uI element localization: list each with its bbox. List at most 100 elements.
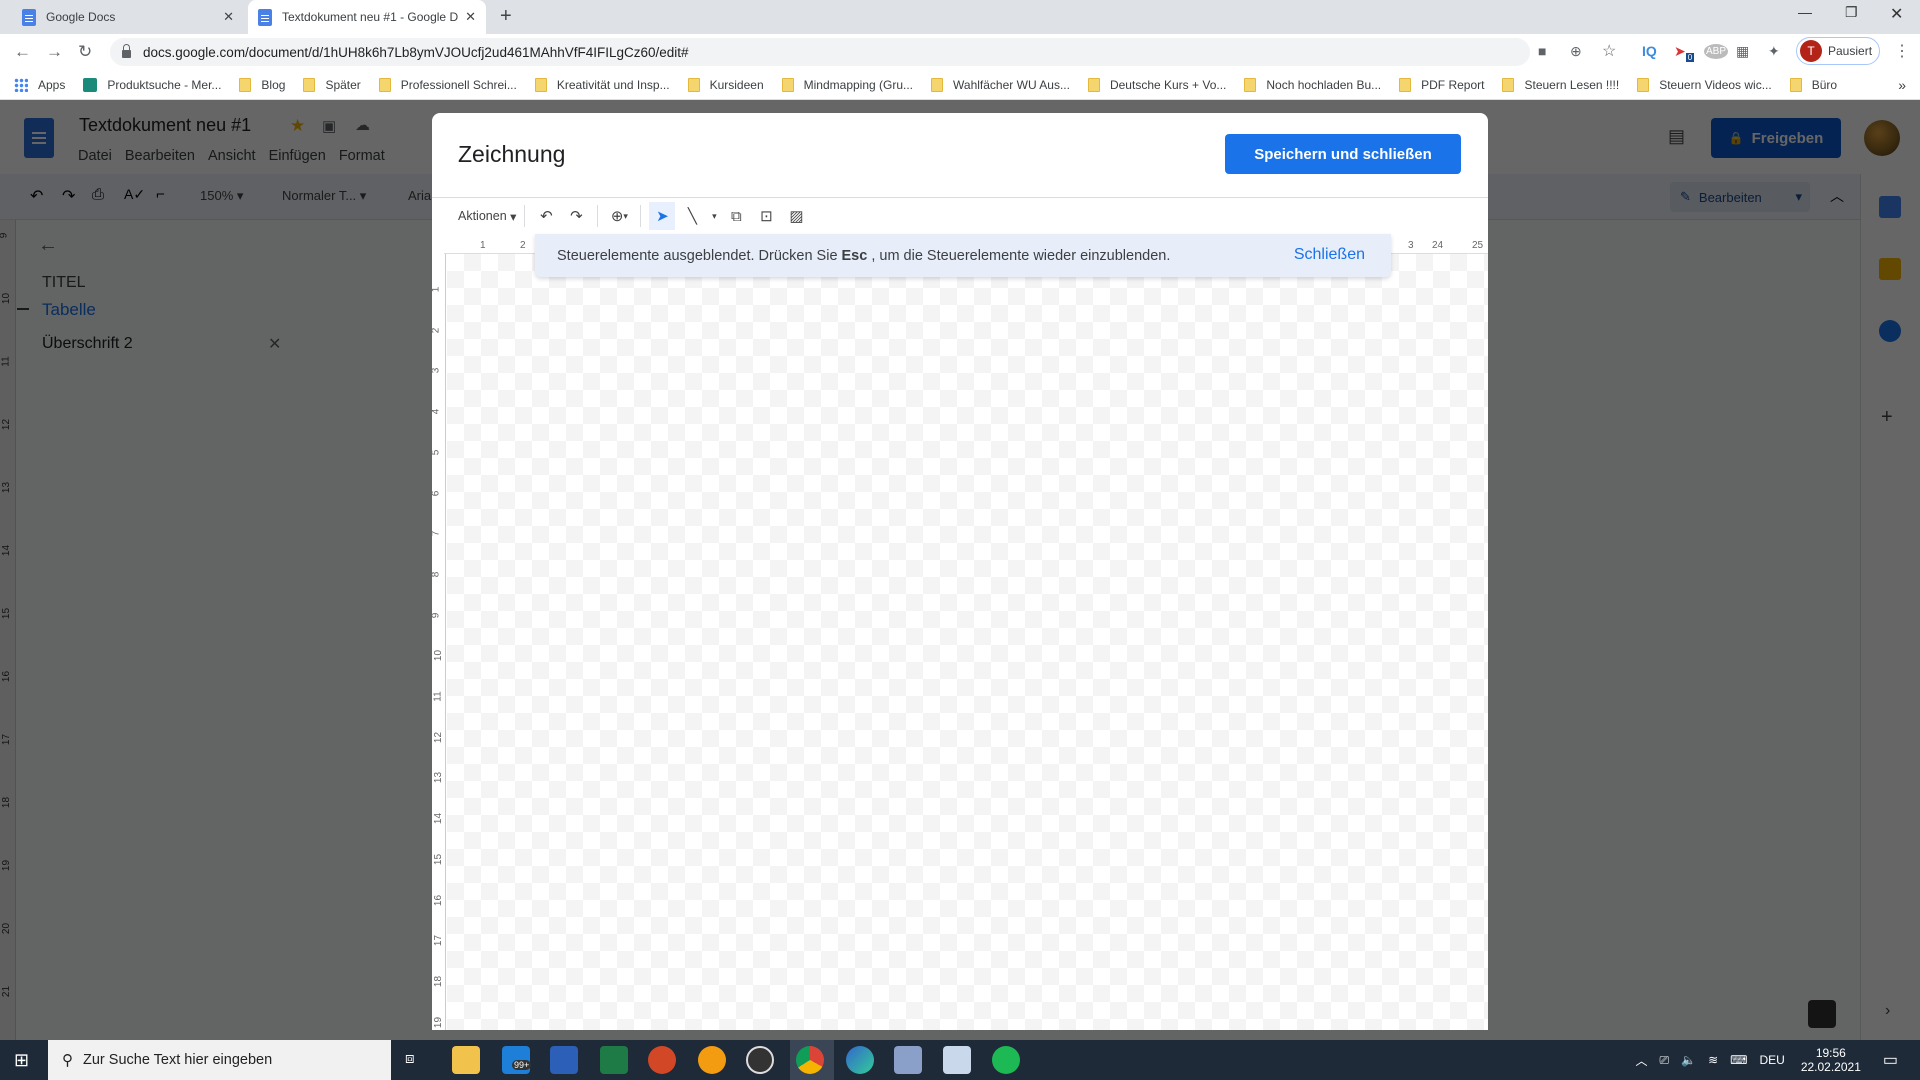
extension-bird-icon[interactable]: ➤ 0 [1674,43,1695,62]
bookmark-label: Kreativität und Insp... [556,77,670,92]
task-view-icon[interactable]: ⧈ [405,1050,415,1067]
clock[interactable]: 19:56 22.02.2021 [1801,1046,1861,1074]
drawing-canvas[interactable] [447,254,1488,1030]
select-tool-icon[interactable]: ➤ [649,202,676,230]
docs-favicon-icon [22,8,36,26]
close-tab-icon[interactable]: ✕ [223,9,234,25]
bookmark-folder[interactable]: Später [303,77,361,92]
audacity-icon[interactable] [698,1046,726,1074]
notepad-icon[interactable] [943,1046,971,1074]
ruler-label: 4 [432,409,441,415]
close-tab-icon[interactable]: ✕ [465,9,476,25]
notification-center-icon[interactable]: ▭ [1883,1050,1898,1070]
bookmark-folder[interactable]: Steuern Videos wic... [1637,77,1772,92]
bookmark-folder[interactable]: Wahlfächer WU Aus... [931,77,1070,92]
new-tab-button[interactable]: + [500,5,512,28]
word-icon[interactable] [550,1046,578,1074]
forward-icon[interactable]: → [46,42,63,62]
taskbar-search[interactable]: ⚲ Zur Suche Text hier eingeben [48,1040,391,1080]
ruler-label: 1 [480,240,486,251]
redo-icon[interactable]: ↷ [563,202,589,230]
bookmark-folder[interactable]: PDF Report [1399,77,1484,92]
bookmark-label: Noch hochladen Bu... [1266,77,1382,92]
show-hidden-icons[interactable]: ︿ [1636,1052,1648,1069]
apps-grid-icon[interactable]: ▦ [1736,43,1749,60]
controls-hidden-notice: Steuerelemente ausgeblendet. Drücken Sie… [535,234,1391,277]
excel-icon[interactable] [600,1046,628,1074]
file-explorer-icon[interactable] [452,1046,480,1074]
folder-icon [931,77,944,92]
folder-icon [303,77,316,92]
spotify-icon[interactable] [992,1046,1020,1074]
back-icon[interactable]: ← [14,42,31,62]
tab-textdokument[interactable]: Textdokument neu #1 - Google D ✕ [248,0,486,34]
more-menu-icon[interactable]: ⋮ [1894,41,1910,61]
address-bar[interactable]: docs.google.com/document/d/1hUH8k6h7Lb8y… [110,38,1530,66]
obs-icon[interactable] [746,1046,774,1074]
snipping-tool-icon[interactable] [894,1046,922,1074]
bookmark-item[interactable]: Produktsuche - Mer... [83,77,222,92]
iq-extension-icon[interactable]: IQ [1642,43,1657,59]
bookmark-folder[interactable]: Blog [239,77,285,92]
camera-tray-icon[interactable]: ⎚ [1660,1053,1670,1068]
keyboard-icon[interactable]: ⌨ [1730,1053,1747,1067]
folder-icon [534,77,547,92]
camera-icon[interactable]: ■ [1538,43,1546,59]
zoom-icon[interactable]: ⊕ [1570,43,1582,60]
close-notice-link[interactable]: Schließen [1294,246,1365,264]
bookmark-folder[interactable]: Kreativität und Insp... [534,77,670,92]
folder-icon [1087,77,1100,92]
bookmark-folder[interactable]: Professionell Schrei... [378,77,517,92]
bookmark-folder[interactable]: Kursideen [687,77,764,92]
bookmark-apps[interactable]: Apps [14,77,65,92]
bookmark-folder[interactable]: Mindmapping (Gru... [781,77,913,92]
search-icon: ⚲ [62,1052,73,1069]
ruler-label: 25 [1472,240,1484,251]
textbox-tool-icon[interactable]: ⊡ [753,202,779,230]
language-indicator[interactable]: DEU [1759,1053,1784,1067]
image-tool-icon[interactable]: ▨ [783,202,809,230]
mail-icon[interactable]: 99+ [502,1046,532,1074]
save-and-close-button[interactable]: Speichern und schließen [1225,134,1461,174]
bookmark-folder[interactable]: Steuern Lesen !!!! [1502,77,1619,92]
actions-menu[interactable]: Aktionen ▾ [458,202,516,230]
wifi-icon[interactable]: ≋ [1708,1053,1718,1067]
chrome-icon[interactable] [796,1046,824,1074]
mail-badge: 99+ [512,1060,532,1070]
folder-icon [1244,77,1257,92]
bookmark-label: Wahlfächer WU Aus... [953,77,1070,92]
url-text: docs.google.com/document/d/1hUH8k6h7Lb8y… [143,44,689,60]
profile-avatar: T [1800,40,1822,62]
undo-icon[interactable]: ↶ [533,202,559,230]
ruler-label: 17 [433,935,445,947]
folder-icon [687,77,700,92]
windows-start-icon[interactable]: ⊞ [14,1050,29,1071]
edge-icon[interactable] [846,1046,874,1074]
bookmark-label: Produktsuche - Mer... [107,77,222,92]
minimize-icon[interactable]: — [1798,4,1812,20]
bookmark-star-icon[interactable]: ☆ [1602,41,1616,61]
tab-google-docs[interactable]: Google Docs ✕ [12,0,244,34]
docs-favicon-icon [258,8,272,26]
ruler-label: 15 [433,853,445,865]
shape-tool-icon[interactable]: ⧉ [723,202,749,230]
divider [597,205,599,227]
ruler-label: 10 [433,650,445,662]
line-dropdown-icon[interactable]: ▾ [709,202,719,230]
bookmark-folder[interactable]: Büro [1789,77,1837,92]
close-window-icon[interactable]: ✕ [1890,4,1903,24]
extensions-puzzle-icon[interactable]: ✦ [1768,43,1780,60]
powerpoint-icon[interactable] [648,1046,676,1074]
zoom-icon[interactable]: ⊕ ▾ [606,202,632,230]
profile-button[interactable]: T Pausiert [1796,37,1880,65]
restore-icon[interactable]: ❐ [1845,4,1858,21]
bookmark-folder[interactable]: Noch hochladen Bu... [1244,77,1382,92]
reload-icon[interactable]: ↻ [78,42,92,62]
bookmark-folder[interactable]: Deutsche Kurs + Vo... [1087,77,1226,92]
bookmarks-bar: Apps Produktsuche - Mer... Blog Später P… [0,70,1920,100]
line-tool-icon[interactable]: ╲ [679,202,705,230]
bookmarks-overflow-icon[interactable]: » [1898,77,1906,93]
ruler-label: 2 [432,327,441,333]
adblock-icon[interactable]: ABP [1704,44,1729,59]
volume-icon[interactable]: 🔈 [1681,1053,1696,1067]
